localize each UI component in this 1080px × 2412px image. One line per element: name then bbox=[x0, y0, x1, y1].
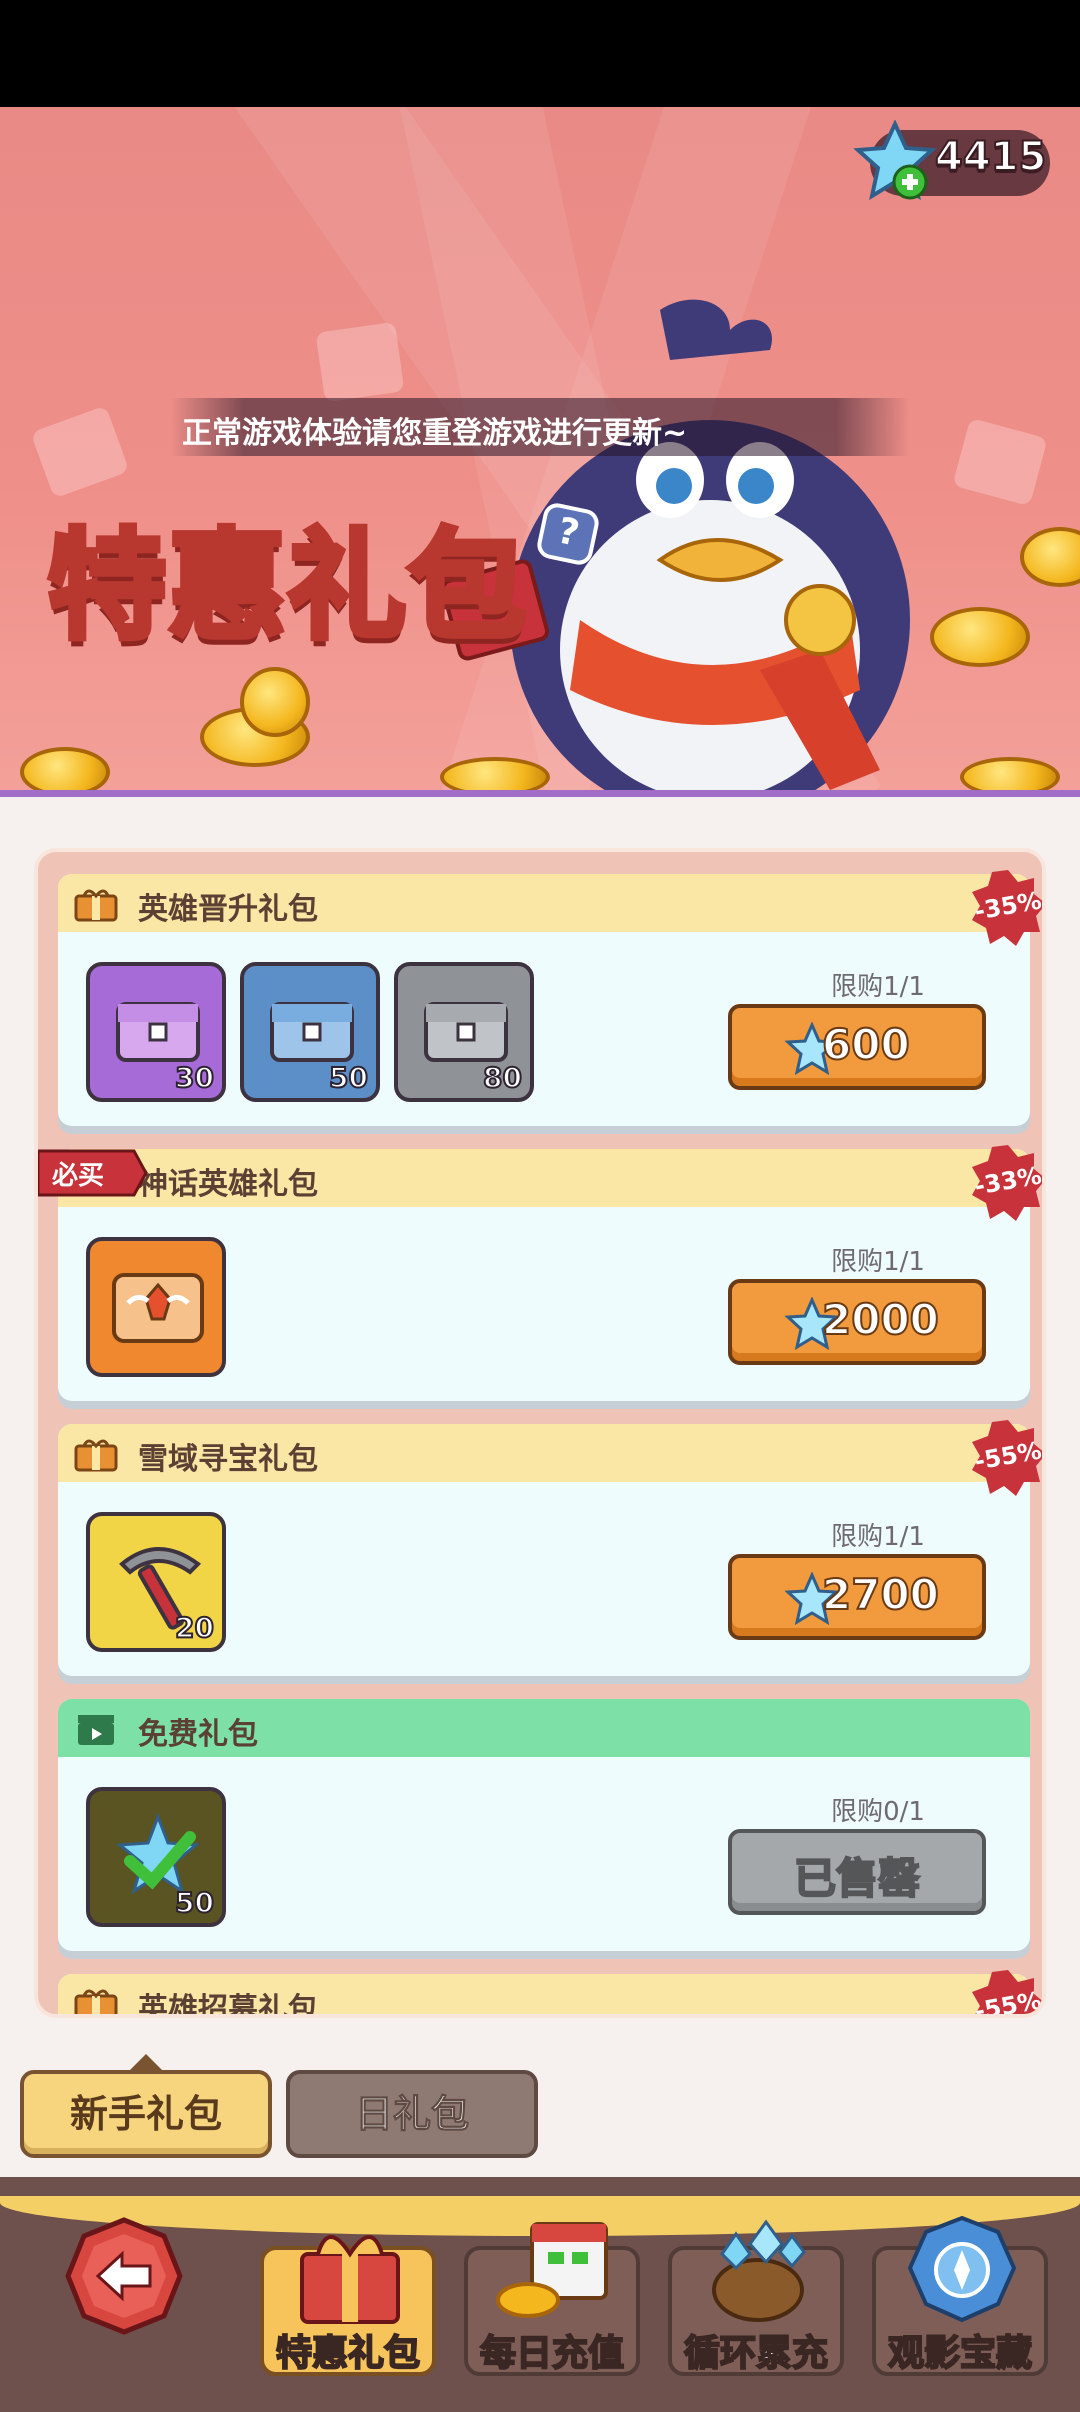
pack-header: 神话英雄礼包 bbox=[58, 1149, 1030, 1207]
tab-daily-pack[interactable]: 日礼包 bbox=[286, 2070, 538, 2158]
discount-badge: -33% bbox=[968, 1143, 1042, 1223]
blue-medal-icon bbox=[907, 2215, 1017, 2323]
gift-box-icon bbox=[300, 2235, 400, 2324]
free-gem-item: 50 bbox=[86, 1787, 226, 1927]
pack-card: 免费礼包 50 限购0/1 已售罄 bbox=[58, 1699, 1030, 1951]
item-quantity: 20 bbox=[174, 1610, 215, 1645]
buy-button[interactable]: 2000 bbox=[728, 1279, 986, 1365]
must-buy-label: 必买 bbox=[52, 1161, 105, 1191]
notice-marquee: 正常游戏体验请您重登游戏进行更新~ bbox=[170, 398, 910, 456]
purchase-limit: 限购1/1 bbox=[831, 972, 925, 1002]
buy-button[interactable]: 600 bbox=[728, 1004, 986, 1090]
chest-icon bbox=[424, 1002, 508, 1062]
pack-header: 免费礼包 bbox=[58, 1699, 1030, 1757]
gem-bag-icon bbox=[712, 2219, 806, 2322]
nav-cumulative-recharge[interactable]: 循环累充 bbox=[668, 2219, 844, 2376]
nav-label: 观影宝藏 bbox=[887, 2332, 1033, 2375]
price-label: 2000 bbox=[821, 1294, 940, 1345]
clapperboard-icon bbox=[78, 1715, 114, 1745]
gift-icon bbox=[74, 1439, 118, 1472]
pack-list[interactable]: 英雄晋升礼包 -35% 30 50 80 限购1/1 600 神话英雄礼包 必买… bbox=[34, 848, 1046, 2018]
pack-header: 英雄招募礼包 bbox=[58, 1974, 1030, 2018]
chest-icon bbox=[116, 1002, 200, 1062]
pack-card: 雪域寻宝礼包 -55% 20 限购1/1 2700 bbox=[58, 1420, 1042, 1676]
nav-special-pack[interactable]: 特惠礼包 bbox=[260, 2235, 436, 2376]
discount-badge: -55% bbox=[968, 1418, 1042, 1498]
pack-card: 英雄招募礼包 -55% bbox=[58, 1970, 1042, 2018]
item-quantity: 50 bbox=[328, 1060, 369, 1095]
chest-item-purple: 30 bbox=[86, 962, 226, 1102]
page-title: 特惠礼包 bbox=[45, 514, 529, 658]
chest-item-blue: 50 bbox=[240, 962, 380, 1102]
pack-title: 神话英雄礼包 bbox=[138, 1167, 318, 1202]
back-button[interactable] bbox=[64, 2216, 184, 2336]
nav-label: 特惠礼包 bbox=[275, 2332, 421, 2375]
sold-out-button[interactable]: 已售罄 bbox=[728, 1829, 986, 1915]
price-label: 600 bbox=[821, 1019, 911, 1070]
pickaxe-item: 20 bbox=[86, 1512, 226, 1652]
mythic-chest-icon bbox=[112, 1273, 204, 1343]
status-bar bbox=[0, 0, 1080, 107]
purchase-limit: 限购1/1 bbox=[831, 1522, 925, 1552]
nav-label: 循环累充 bbox=[683, 2332, 829, 2375]
chest-icon bbox=[270, 1002, 354, 1062]
gift-icon bbox=[74, 889, 118, 922]
chest-item-gray: 80 bbox=[394, 962, 534, 1102]
discount-badge: -55% bbox=[968, 1968, 1042, 2014]
gem-plus-icon[interactable] bbox=[852, 120, 938, 206]
pack-title: 英雄招募礼包 bbox=[138, 1992, 318, 2018]
item-quantity: 50 bbox=[174, 1885, 215, 1920]
pack-card: 神话英雄礼包 必买 -33% 限购1/1 2000 bbox=[38, 1145, 1042, 1401]
nav-daily-recharge[interactable]: 每日充值 bbox=[464, 2222, 640, 2376]
must-buy-tag: 必买 bbox=[38, 1147, 148, 1199]
purchase-limit: 限购0/1 bbox=[831, 1797, 925, 1827]
gift-icon bbox=[74, 1989, 118, 2014]
notice-text: 正常游戏体验请您重登游戏进行更新~ bbox=[182, 416, 688, 451]
hero-chest-item bbox=[86, 1237, 226, 1377]
nav-video-treasure[interactable]: 观影宝藏 bbox=[872, 2215, 1048, 2376]
tab-newbie-pack[interactable]: 新手礼包 bbox=[20, 2070, 272, 2158]
sold-out-label: 已售罄 bbox=[793, 1853, 921, 1904]
nav-label: 每日充值 bbox=[479, 2332, 625, 2375]
pack-card: 英雄晋升礼包 -35% 30 50 80 限购1/1 600 bbox=[58, 870, 1042, 1126]
pack-header: 雪域寻宝礼包 bbox=[58, 1424, 1030, 1482]
gem-balance: 4415 bbox=[934, 133, 1047, 181]
pack-title: 英雄晋升礼包 bbox=[138, 892, 318, 927]
item-quantity: 80 bbox=[482, 1060, 523, 1095]
price-label: 2700 bbox=[821, 1569, 940, 1620]
pack-header: 英雄晋升礼包 bbox=[58, 874, 1030, 932]
pack-title: 免费礼包 bbox=[138, 1717, 258, 1752]
pack-title: 雪域寻宝礼包 bbox=[138, 1442, 318, 1477]
item-quantity: 30 bbox=[174, 1060, 215, 1095]
calendar-coins-icon bbox=[496, 2222, 608, 2318]
purchase-limit: 限购1/1 bbox=[831, 1247, 925, 1277]
discount-badge: -35% bbox=[968, 868, 1042, 948]
buy-button[interactable]: 2700 bbox=[728, 1554, 986, 1640]
